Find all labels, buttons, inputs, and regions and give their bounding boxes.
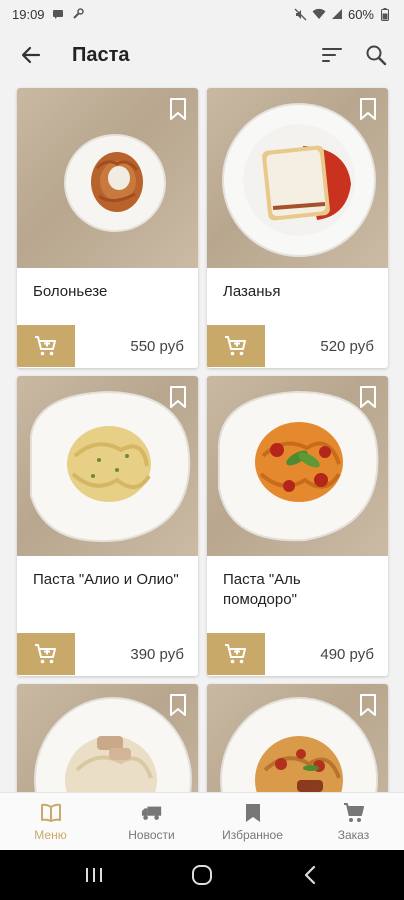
signal-icon [330, 7, 344, 21]
home-icon [192, 865, 212, 885]
search-icon [366, 45, 387, 66]
recent-apps-button[interactable] [72, 853, 116, 897]
nav-item-news[interactable]: Новости [101, 793, 202, 850]
system-navigation-bar [0, 850, 404, 900]
nav-item-menu[interactable]: Меню [0, 793, 101, 850]
bookmark-icon[interactable] [168, 98, 188, 120]
product-name: Лазанья [223, 283, 281, 300]
product-price: 390 руб [130, 645, 184, 663]
add-to-cart-icon [35, 644, 56, 664]
nav-label-news: Новости [128, 827, 175, 842]
product-photo [207, 88, 388, 268]
add-to-cart-button[interactable] [17, 633, 75, 675]
wrench-icon [71, 7, 85, 21]
add-to-cart-icon [225, 336, 246, 356]
product-name: Болоньезе [33, 283, 108, 300]
product-photo [17, 376, 198, 556]
home-button[interactable] [180, 853, 224, 897]
recent-apps-icon [86, 868, 102, 882]
status-bar: 19:09 60% [0, 0, 404, 28]
bookmark-icon[interactable] [168, 694, 188, 716]
product-footer: 390 руб [17, 632, 198, 676]
back-button[interactable] [4, 28, 58, 82]
battery-level: 60% [347, 6, 374, 22]
product-name: Паста "Аль помодоро" [223, 571, 301, 608]
product-footer: 550 руб [17, 324, 198, 368]
page-title: Паста [72, 43, 130, 66]
product-grid: Болоньезе 550 руб Лазанья 520 руб Паста … [0, 82, 404, 792]
wifi-icon [312, 7, 326, 21]
product-price: 550 руб [130, 337, 184, 355]
product-card[interactable]: Паста "Алио и Олио" 390 руб [17, 376, 198, 676]
bookmark-icon[interactable] [358, 98, 378, 120]
product-card[interactable]: Паста "Аль помодоро" 490 руб [207, 376, 388, 676]
status-time: 19:09 [12, 6, 45, 22]
add-to-cart-button[interactable] [207, 633, 265, 675]
add-to-cart-icon [35, 336, 56, 356]
product-card[interactable] [207, 684, 388, 792]
nav-label-menu: Меню [34, 827, 67, 842]
bookmark-nav-icon [242, 802, 264, 824]
back-arrow-icon [21, 46, 41, 64]
bottom-navigation: Меню Новости Избранное Заказ [0, 792, 404, 850]
product-name: Паста "Алио и Олио" [33, 571, 179, 588]
product-price: 520 руб [320, 337, 374, 355]
mute-icon [294, 7, 308, 21]
add-to-cart-button[interactable] [207, 325, 265, 367]
app-bar: Паста [0, 28, 404, 82]
product-card[interactable]: Болоньезе 550 руб [17, 88, 198, 368]
chevron-left-icon [304, 865, 316, 885]
bookmark-icon[interactable] [358, 694, 378, 716]
product-price: 490 руб [320, 645, 374, 663]
add-to-cart-icon [225, 644, 246, 664]
product-photo [207, 376, 388, 556]
nav-item-order[interactable]: Заказ [303, 793, 404, 850]
product-photo [17, 88, 198, 268]
bookmark-icon[interactable] [168, 386, 188, 408]
nav-label-favorites: Избранное [222, 827, 283, 842]
battery-icon [378, 7, 392, 21]
product-card[interactable] [17, 684, 198, 792]
nav-label-order: Заказ [337, 827, 370, 842]
bookmark-icon[interactable] [358, 386, 378, 408]
add-to-cart-button[interactable] [17, 325, 75, 367]
product-photo [17, 684, 198, 792]
sort-button[interactable] [310, 28, 354, 82]
product-card[interactable]: Лазанья 520 руб [207, 88, 388, 368]
cart-icon [343, 802, 365, 824]
nav-item-favorites[interactable]: Избранное [202, 793, 303, 850]
message-icon [51, 7, 65, 21]
sort-icon [322, 48, 342, 62]
product-footer: 520 руб [207, 324, 388, 368]
product-photo [207, 684, 388, 792]
truck-icon [141, 802, 163, 824]
book-icon [40, 802, 62, 824]
search-button[interactable] [354, 28, 398, 82]
product-footer: 490 руб [207, 632, 388, 676]
system-back-button[interactable] [288, 853, 332, 897]
